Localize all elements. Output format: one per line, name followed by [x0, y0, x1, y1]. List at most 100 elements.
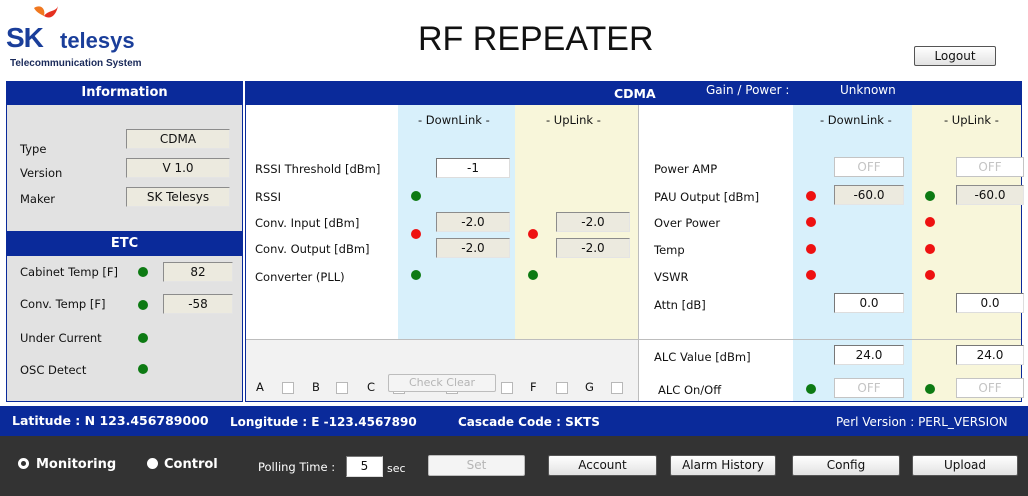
logout-button[interactable]: Logout: [914, 46, 996, 66]
rssi-label: RSSI: [255, 190, 281, 204]
alc-value-downlink-input[interactable]: 24.0: [834, 345, 904, 365]
conv-temp-label: Conv. Temp [F]: [20, 297, 106, 311]
upload-button[interactable]: Upload: [912, 455, 1018, 476]
conv-downlink-alarm-icon: [411, 229, 421, 239]
vswr-label: VSWR: [654, 270, 689, 284]
conv-output-uplink-value: -2.0: [556, 238, 630, 258]
information-header: Information: [6, 81, 243, 104]
power-amp-label: Power AMP: [654, 162, 718, 176]
right-uplink-title: - UpLink -: [944, 113, 999, 127]
pll-uplink-status-icon: [528, 270, 538, 280]
latitude-text: Latitude : N 123.456789000: [12, 413, 209, 428]
gain-power-value: Unknown: [840, 83, 896, 97]
alc-value-label: ALC Value [dBm]: [654, 350, 751, 364]
rssi-threshold-input[interactable]: -1: [436, 158, 510, 178]
alc-downlink-status-icon: [806, 384, 816, 394]
control-radio[interactable]: [147, 458, 158, 469]
alc-value-uplink-input[interactable]: 24.0: [956, 345, 1024, 365]
set-button[interactable]: Set: [428, 455, 525, 476]
pau-downlink-alarm-icon: [806, 191, 816, 201]
over-power-uplink-alarm-icon: [925, 217, 935, 227]
logo-telesys-text: telesys: [60, 28, 135, 53]
temp-uplink-alarm-icon: [925, 244, 935, 254]
conv-input-uplink-value: -2.0: [556, 212, 630, 232]
version-label: Version: [20, 166, 63, 180]
vswr-uplink-alarm-icon: [925, 270, 935, 280]
polling-time-input[interactable]: 5: [346, 456, 383, 477]
etc-header: ETC: [7, 231, 242, 256]
version-value: V 1.0: [126, 158, 230, 178]
left-uplink-title: - UpLink -: [546, 113, 601, 127]
cdma-title: CDMA: [614, 86, 656, 101]
checkbox-label-b: B: [312, 380, 320, 394]
cabinet-temp-label: Cabinet Temp [F]: [20, 265, 118, 279]
alc-uplink-status-icon: [925, 384, 935, 394]
account-button[interactable]: Account: [548, 455, 657, 476]
under-current-label: Under Current: [20, 331, 102, 345]
checkbox-a[interactable]: [282, 382, 294, 394]
converter-pll-label: Converter (PLL): [255, 270, 345, 284]
checkbox-e[interactable]: [501, 382, 513, 394]
over-power-label: Over Power: [654, 216, 721, 230]
pau-output-uplink-value: -60.0: [956, 185, 1024, 205]
polling-time-label: Polling Time :: [258, 460, 336, 474]
cabinet-temp-status-icon: [138, 267, 148, 277]
radio-selected-dot: [21, 461, 26, 466]
checkbox-label-g: G: [585, 380, 594, 394]
control-label[interactable]: Control: [164, 457, 218, 472]
cdma-center-divider: [638, 105, 639, 401]
attn-uplink-input[interactable]: 0.0: [956, 293, 1024, 313]
power-amp-downlink-value: OFF: [834, 157, 904, 177]
rssi-downlink-status-icon: [411, 191, 421, 201]
alc-onoff-downlink-value: OFF: [834, 378, 904, 398]
conv-uplink-alarm-icon: [528, 229, 538, 239]
cascade-code-text: Cascade Code : SKTS: [458, 415, 600, 429]
conv-temp-value: -58: [163, 294, 233, 314]
conv-input-downlink-value: -2.0: [436, 212, 510, 232]
check-clear-button[interactable]: Check Clear: [388, 374, 496, 392]
checkbox-g[interactable]: [611, 382, 623, 394]
cabinet-temp-value: 82: [163, 262, 233, 282]
osc-detect-label: OSC Detect: [20, 363, 87, 377]
checkbox-b[interactable]: [336, 382, 348, 394]
conv-temp-status-icon: [138, 300, 148, 310]
attn-label: Attn [dB]: [654, 298, 706, 312]
right-lower-divider: [639, 339, 1021, 340]
alc-onoff-uplink-value: OFF: [956, 378, 1024, 398]
pau-uplink-status-icon: [925, 191, 935, 201]
maker-value: SK Telesys: [126, 187, 230, 207]
pau-output-label: PAU Output [dBm]: [654, 190, 760, 204]
pll-downlink-status-icon: [411, 270, 421, 280]
over-power-downlink-alarm-icon: [806, 217, 816, 227]
alc-onoff-label: ALC On/Off: [658, 383, 722, 397]
vswr-downlink-alarm-icon: [806, 270, 816, 280]
left-downlink-title: - DownLink -: [418, 113, 490, 127]
logo-sk-text: SK: [6, 22, 44, 53]
under-current-status-icon: [138, 333, 148, 343]
checkbox-label-a: A: [256, 380, 264, 394]
type-value: CDMA: [126, 129, 230, 149]
longitude-text: Longitude : E -123.4567890: [230, 415, 417, 429]
checkbox-f[interactable]: [556, 382, 568, 394]
alarm-history-button[interactable]: Alarm History: [670, 455, 776, 476]
page-title: RF REPEATER: [418, 20, 654, 58]
power-amp-uplink-value: OFF: [956, 157, 1024, 177]
monitoring-label[interactable]: Monitoring: [36, 457, 116, 472]
attn-downlink-input[interactable]: 0.0: [834, 293, 904, 313]
conv-output-downlink-value: -2.0: [436, 238, 510, 258]
checkbox-label-c: C: [367, 380, 376, 394]
type-label: Type: [20, 142, 47, 156]
osc-detect-status-icon: [138, 364, 148, 374]
right-downlink-title: - DownLink -: [820, 113, 892, 127]
pau-output-downlink-value: -60.0: [834, 185, 904, 205]
gain-power-label: Gain / Power :: [706, 83, 790, 97]
logo-subtitle: Telecommunication System: [10, 58, 142, 69]
maker-label: Maker: [20, 192, 56, 206]
conv-input-label: Conv. Input [dBm]: [255, 216, 360, 230]
temp-downlink-alarm-icon: [806, 244, 816, 254]
rssi-threshold-label: RSSI Threshold [dBm]: [255, 162, 381, 176]
config-button[interactable]: Config: [792, 455, 900, 476]
checkbox-label-f: F: [530, 380, 537, 394]
monitoring-radio[interactable]: [18, 458, 29, 469]
temp-label: Temp: [654, 243, 685, 257]
